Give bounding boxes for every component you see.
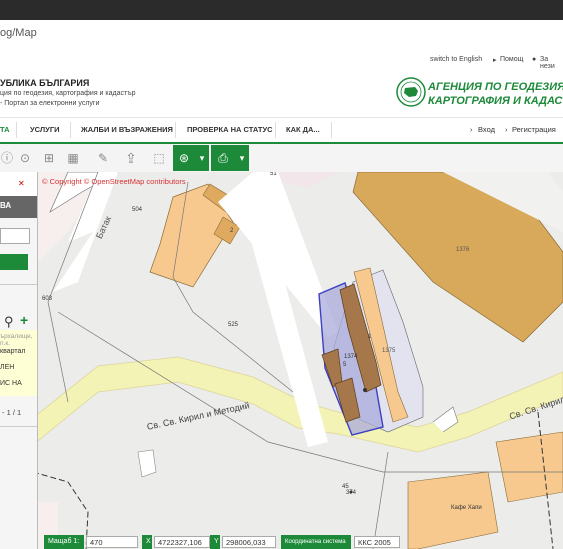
nav-item-how-to[interactable]: КАК ДА... bbox=[286, 125, 320, 134]
nav-item-status-check[interactable]: ПРОВЕРКА НА СТАТУС bbox=[187, 125, 273, 134]
scale-label: Мащаб 1: bbox=[44, 535, 84, 549]
panel-tab-label: ВА bbox=[0, 201, 12, 210]
address-bar[interactable]: og/Map bbox=[0, 20, 563, 47]
search-panel: ✕ ВА ⚲ + ърхалище, п.к. квартал ЛЕН ИС Н… bbox=[0, 172, 38, 549]
header-subtitle: ция по геодезия, картография и кадастър bbox=[0, 90, 136, 97]
agency-name-line1: АГЕНЦИЯ ПО ГЕОДЕЗИЯ, bbox=[428, 81, 563, 93]
chevron-down-icon[interactable]: ▾ bbox=[195, 145, 209, 171]
parcel-number: 525 bbox=[228, 322, 239, 328]
map-toolbar: ⓘ ⊙ ⊞ ▦ ✎ ⇪ ⬚ ⊛ ▾ ⎙ ▾ bbox=[0, 144, 563, 173]
address-text[interactable]: og/Map bbox=[0, 27, 37, 39]
x-coordinate: 4722327,106 bbox=[154, 536, 210, 548]
map-status-bar: Мащаб 1: 470 X 4722327,106 Y 298006,033 … bbox=[38, 535, 563, 549]
divider bbox=[0, 426, 37, 427]
agency-name-line2: КАРТОГРАФИЯ И КАДАСТ bbox=[428, 95, 563, 107]
agency-logo-icon bbox=[396, 77, 426, 107]
cadastral-map[interactable]: © Copyright © OpenStreetMap contributors… bbox=[38, 172, 563, 549]
nav-divider bbox=[275, 122, 276, 138]
y-label: Y bbox=[210, 535, 220, 549]
nav-divider bbox=[70, 122, 71, 138]
map-cursor-icon bbox=[363, 388, 367, 392]
switch-language-link[interactable]: switch to English bbox=[430, 56, 482, 63]
header-subtitle-portal: - Портал за електронни услуги bbox=[0, 100, 100, 107]
page-title: УБЛИКА БЪЛГАРИЯ bbox=[0, 78, 90, 88]
about-link[interactable]: За нези bbox=[540, 56, 563, 70]
x-label: X bbox=[142, 535, 152, 549]
pager: - 1 / 1 bbox=[2, 408, 22, 417]
measure-area-icon[interactable]: ▦ bbox=[62, 147, 84, 169]
shop-label: Кафе Хапи bbox=[451, 505, 482, 511]
add-icon[interactable]: + bbox=[20, 312, 28, 328]
divider bbox=[0, 284, 37, 285]
nav-divider bbox=[175, 122, 176, 138]
identify-icon[interactable]: ⊙ bbox=[14, 147, 36, 169]
search-button[interactable] bbox=[0, 254, 28, 270]
layers-icon[interactable]: ⊛ bbox=[173, 145, 195, 171]
panel-header: ✕ bbox=[0, 172, 37, 196]
panel-tab[interactable]: ВА bbox=[0, 196, 37, 218]
building-number: 5 bbox=[343, 362, 347, 368]
chevron-down-icon[interactable]: ▾ bbox=[235, 145, 249, 171]
search-input[interactable] bbox=[0, 228, 30, 244]
parcel-number: 504 bbox=[132, 207, 143, 213]
parcel-number: 1376 bbox=[456, 247, 470, 253]
scale-input[interactable]: 470 bbox=[86, 536, 138, 548]
list-item[interactable]: ърхалище, п.к. bbox=[0, 333, 37, 347]
search-icon[interactable]: ⚲ bbox=[4, 314, 14, 330]
crs-label: Координатна система bbox=[281, 535, 351, 549]
register-icon[interactable]: › bbox=[505, 125, 508, 134]
login-link[interactable]: Вход bbox=[478, 125, 495, 134]
print-icon[interactable]: ⎙ bbox=[211, 145, 235, 171]
building-bottom-right bbox=[495, 431, 563, 503]
register-link[interactable]: Регистрация bbox=[512, 125, 556, 134]
parcel-number: 1375 bbox=[382, 348, 396, 354]
nav-item-complaints[interactable]: ЖАЛБИ И ВЪЗРАЖЕНИЯ bbox=[81, 125, 173, 134]
map-copyright: © Copyright © OpenStreetMap contributors bbox=[42, 177, 186, 186]
map-canvas[interactable] bbox=[38, 172, 563, 549]
result-list: ърхалище, п.к. квартал ЛЕН ИС НА bbox=[0, 330, 37, 396]
nav-divider bbox=[331, 122, 332, 138]
about-icon[interactable]: ● bbox=[532, 56, 536, 63]
help-icon[interactable]: ▸ bbox=[493, 56, 497, 64]
measure-icon[interactable]: ⊞ bbox=[38, 147, 60, 169]
close-icon[interactable]: ✕ bbox=[18, 179, 25, 188]
parcel-number: 603 bbox=[42, 296, 53, 302]
nav-divider bbox=[16, 122, 17, 138]
survey-point-label: 45 bbox=[342, 484, 349, 490]
main-nav: ТА УСЛУГИ ЖАЛБИ И ВЪЗРАЖЕНИЯ ПРОВЕРКА НА… bbox=[0, 117, 563, 145]
y-coordinate: 298006,033 bbox=[222, 536, 276, 548]
parcel-number: 51 bbox=[270, 172, 277, 177]
draw-icon[interactable]: ✎ bbox=[92, 147, 114, 169]
list-item[interactable]: ИС НА bbox=[0, 380, 22, 387]
browser-chrome bbox=[0, 0, 563, 20]
survey-point-label: 374 bbox=[346, 490, 357, 496]
help-link[interactable]: Помощ bbox=[500, 56, 523, 63]
list-item[interactable]: квартал bbox=[0, 348, 25, 355]
login-icon[interactable]: › bbox=[470, 125, 473, 134]
agency-name: АГЕНЦИЯ ПО ГЕОДЕЗИЯ, КАРТОГРАФИЯ И КАДАС… bbox=[428, 80, 563, 108]
nav-item-services[interactable]: УСЛУГИ bbox=[30, 125, 59, 134]
parcel-number: 1374 bbox=[344, 354, 358, 360]
nav-item-home[interactable]: ТА bbox=[0, 125, 10, 134]
crs-select[interactable]: ККС 2005 bbox=[354, 536, 400, 548]
building-number: 1 bbox=[368, 334, 372, 340]
upload-icon[interactable]: ⇪ bbox=[120, 147, 142, 169]
list-item[interactable]: ЛЕН bbox=[0, 364, 14, 371]
building-number: 2 bbox=[230, 228, 234, 234]
select-icon[interactable]: ⬚ bbox=[148, 147, 170, 169]
